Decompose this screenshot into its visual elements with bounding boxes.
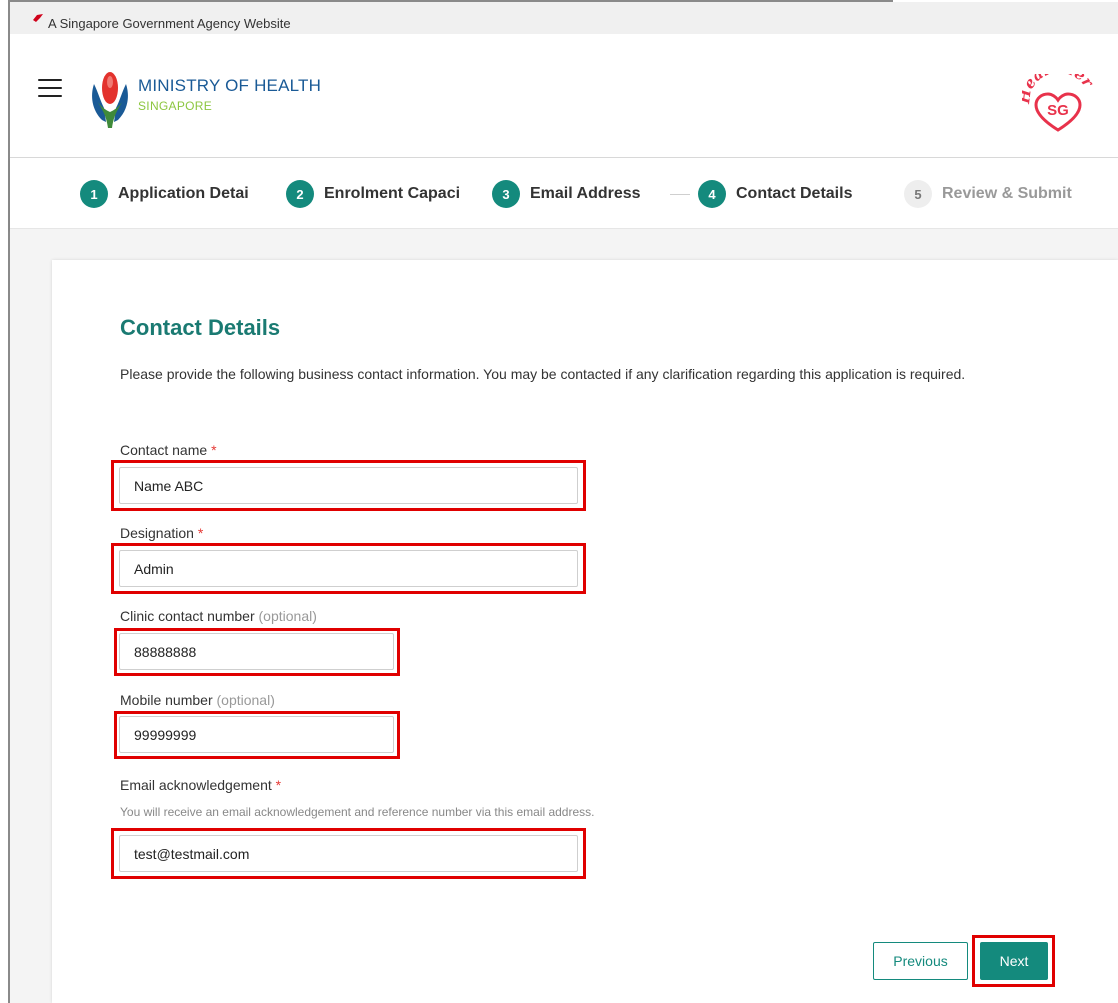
form-description: Please provide the following business co… <box>120 366 966 382</box>
mobile-label-text: Mobile number <box>120 692 213 708</box>
mobile-input[interactable] <box>119 716 394 753</box>
clinic-contact-label-text: Clinic contact number <box>120 608 255 624</box>
step-number: 1 <box>80 180 108 208</box>
required-asterisk: * <box>211 442 217 458</box>
moh-logo[interactable] <box>88 62 132 134</box>
next-button[interactable]: Next <box>980 942 1048 980</box>
lion-head-icon <box>33 14 43 22</box>
optional-tag: (optional) <box>258 608 317 624</box>
ministry-subtitle: SINGAPORE <box>138 99 213 113</box>
email-ack-help: You will receive an email acknowledgemen… <box>120 805 595 819</box>
gov-banner-text: A Singapore Government Agency Website <box>48 16 291 31</box>
mobile-label: Mobile number (optional) <box>120 692 275 708</box>
clinic-contact-input[interactable] <box>119 633 394 670</box>
designation-input[interactable] <box>119 550 578 587</box>
step-label: Application Detai <box>118 185 249 202</box>
previous-button[interactable]: Previous <box>873 942 968 980</box>
page-title: Contact Details <box>120 315 281 340</box>
email-ack-label: Email acknowledgement * <box>120 777 281 793</box>
optional-tag: (optional) <box>216 692 275 708</box>
contact-name-label-text: Contact name <box>120 442 208 458</box>
step-label: Email Address <box>530 185 641 202</box>
required-asterisk: * <box>197 525 204 541</box>
email-ack-input[interactable] <box>119 835 578 872</box>
step-number: 2 <box>286 180 314 208</box>
contact-name-label: Contact name * <box>120 442 217 458</box>
site-header: MINISTRY OF HEALTH SINGAPORE Healthier S… <box>10 34 1118 158</box>
step-label: Enrolment Capaci <box>324 185 461 202</box>
designation-label: Designation * <box>120 525 203 541</box>
required-asterisk: * <box>275 777 282 793</box>
step-contact-details[interactable]: 4 Contact Details <box>698 179 882 209</box>
step-number: 4 <box>698 180 726 208</box>
step-connector <box>670 194 690 195</box>
healthier-sg-logo[interactable]: Healthier SG <box>1022 74 1094 134</box>
step-label: Contact Details <box>736 185 853 202</box>
step-label: Review & Submit <box>942 185 1072 202</box>
step-number: 3 <box>492 180 520 208</box>
step-application-details[interactable]: 1 Application Detai <box>80 179 288 209</box>
clinic-contact-label: Clinic contact number (optional) <box>120 608 317 624</box>
step-review-submit[interactable]: 5 Review & Submit <box>904 179 1114 209</box>
healthier-logo-sg: SG <box>1047 102 1069 119</box>
progress-stepper: 1 Application Detai 2 Enrolment Capaci 3… <box>10 158 1118 229</box>
designation-label-text: Designation <box>120 525 194 541</box>
step-number: 5 <box>904 180 932 208</box>
menu-icon[interactable] <box>38 79 62 99</box>
step-enrolment-capacity[interactable]: 2 Enrolment Capaci <box>286 179 486 209</box>
ministry-title: MINISTRY OF HEALTH <box>138 76 322 95</box>
step-email-address[interactable]: 3 Email Address <box>492 179 672 209</box>
contact-name-input[interactable] <box>119 467 578 504</box>
gov-banner: A Singapore Government Agency Website <box>10 2 1118 34</box>
email-ack-label-text: Email acknowledgement <box>120 777 272 793</box>
